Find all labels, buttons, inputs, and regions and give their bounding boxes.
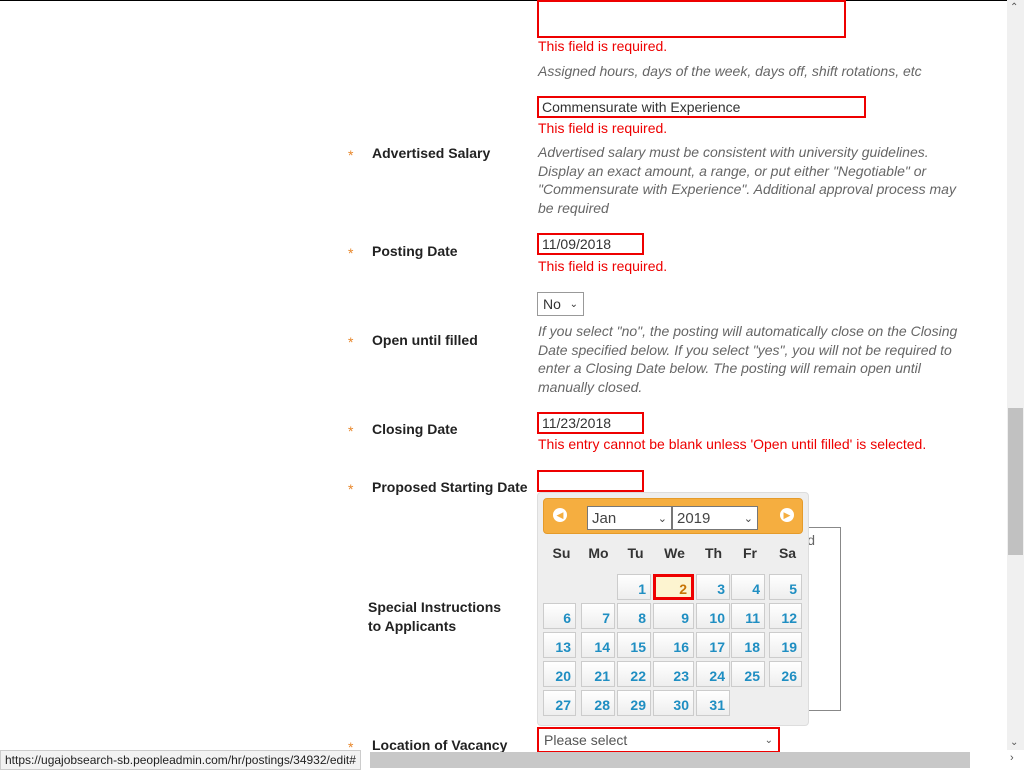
day-cell[interactable]: 1 bbox=[617, 574, 651, 600]
weekday-header: Mo bbox=[588, 545, 609, 561]
scroll-up-icon[interactable]: ⌃ bbox=[1010, 2, 1018, 13]
chevron-down-icon: ⌄ bbox=[569, 298, 578, 310]
proposed-start-input[interactable] bbox=[537, 470, 644, 492]
day-cell[interactable]: 4 bbox=[731, 574, 765, 600]
month-select[interactable]: Jan ⌄ bbox=[587, 506, 672, 530]
day-cell[interactable]: 15 bbox=[617, 632, 651, 658]
year-value: 2019 bbox=[677, 509, 711, 527]
horizontal-scrollbar-thumb[interactable] bbox=[370, 752, 970, 768]
chevron-down-icon: ⌄ bbox=[657, 512, 667, 525]
work-schedule-error: This field is required. bbox=[538, 38, 668, 54]
closing-date-input[interactable]: 11/23/2018 bbox=[537, 412, 644, 434]
posting-date-error: This field is required. bbox=[538, 258, 668, 274]
vertical-scrollbar-thumb[interactable] bbox=[1008, 408, 1023, 555]
day-cell[interactable]: 12 bbox=[769, 603, 802, 629]
day-cell[interactable]: 21 bbox=[581, 661, 615, 687]
open-until-filled-select[interactable]: No ⌄ bbox=[537, 292, 584, 316]
special-instructions-label: Special Instructions to Applicants bbox=[368, 599, 502, 634]
day-cell[interactable]: 3 bbox=[696, 574, 730, 600]
closing-date-label: Closing Date bbox=[372, 421, 458, 437]
required-marker: * bbox=[348, 423, 354, 439]
day-cell[interactable]: 10 bbox=[696, 603, 730, 629]
required-marker: * bbox=[348, 245, 354, 261]
work-schedule-help: Assigned hours, days of the week, days o… bbox=[538, 63, 922, 79]
selected-value: No bbox=[543, 296, 561, 312]
day-cell[interactable]: 5 bbox=[769, 574, 802, 600]
day-cell[interactable]: 26 bbox=[769, 661, 802, 687]
required-marker: * bbox=[348, 481, 354, 497]
day-cell[interactable]: 25 bbox=[731, 661, 765, 687]
weekday-header: Sa bbox=[778, 545, 797, 561]
status-bar-url: https://ugajobsearch-sb.peopleadmin.com/… bbox=[0, 750, 361, 770]
closing-date-error: This entry cannot be blank unless 'Open … bbox=[538, 436, 927, 452]
weekday-header: Fr bbox=[743, 545, 757, 561]
day-cell[interactable]: 30 bbox=[653, 690, 694, 716]
weekday-header: Su bbox=[552, 545, 571, 561]
day-cell[interactable]: 19 bbox=[769, 632, 802, 658]
datepicker: ◀ Jan ⌄ 2019 ⌄ ▶ Su Mo Tu We Th Fr Sa 1234567891… bbox=[537, 492, 809, 726]
day-cell[interactable]: 9 bbox=[653, 603, 694, 629]
location-label: Location of Vacancy bbox=[372, 737, 508, 753]
required-marker: * bbox=[348, 147, 354, 163]
day-cell[interactable]: 24 bbox=[696, 661, 730, 687]
required-marker: * bbox=[348, 334, 354, 350]
year-select[interactable]: 2019 ⌄ bbox=[672, 506, 758, 530]
day-cell[interactable]: 22 bbox=[617, 661, 651, 687]
advertised-salary-error: This field is required. bbox=[538, 120, 668, 136]
day-cell[interactable]: 17 bbox=[696, 632, 730, 658]
proposed-start-label: Proposed Starting Date bbox=[372, 479, 528, 495]
day-cell[interactable]: 16 bbox=[653, 632, 694, 658]
day-cell[interactable]: 13 bbox=[543, 632, 576, 658]
day-cell[interactable]: 8 bbox=[617, 603, 651, 629]
location-select[interactable]: Please select ⌄ bbox=[537, 727, 780, 753]
chevron-down-icon: ⌄ bbox=[743, 512, 753, 525]
weekday-header: We bbox=[664, 545, 685, 561]
day-cell[interactable]: 14 bbox=[581, 632, 615, 658]
advertised-salary-help: Advertised salary must be consistent wit… bbox=[538, 144, 956, 216]
weekday-header: Tu bbox=[627, 545, 644, 561]
day-cell[interactable]: 28 bbox=[581, 690, 615, 716]
chevron-down-icon: ⌄ bbox=[764, 734, 773, 746]
scroll-down-icon[interactable]: ⌄ bbox=[1010, 737, 1018, 748]
day-cell[interactable]: 20 bbox=[543, 661, 576, 687]
next-month-icon[interactable]: ▶ bbox=[780, 508, 794, 522]
day-cell[interactable]: 11 bbox=[731, 603, 765, 629]
posting-date-label: Posting Date bbox=[372, 243, 458, 259]
advertised-salary-input[interactable]: Commensurate with Experience bbox=[537, 96, 866, 118]
top-border bbox=[0, 0, 1007, 1]
posting-date-input[interactable]: 11/09/2018 bbox=[537, 233, 644, 255]
day-cell[interactable]: 27 bbox=[543, 690, 576, 716]
day-cell[interactable]: 7 bbox=[581, 603, 615, 629]
datepicker-header: ◀ Jan ⌄ 2019 ⌄ ▶ bbox=[543, 498, 803, 534]
selected-value: Please select bbox=[544, 732, 628, 748]
open-until-filled-help: If you select "no", the posting will aut… bbox=[538, 323, 958, 395]
open-until-filled-label: Open until filled bbox=[372, 332, 478, 348]
prev-month-icon[interactable]: ◀ bbox=[553, 508, 567, 522]
day-cell[interactable]: 29 bbox=[617, 690, 651, 716]
vertical-scrollbar[interactable] bbox=[1007, 0, 1024, 750]
scroll-right-icon[interactable]: › bbox=[1010, 752, 1014, 764]
advertised-salary-label: Advertised Salary bbox=[372, 145, 491, 161]
day-cell[interactable]: 6 bbox=[543, 603, 576, 629]
day-cell[interactable]: 31 bbox=[696, 690, 730, 716]
weekday-header: Th bbox=[704, 545, 723, 561]
month-value: Jan bbox=[592, 509, 617, 527]
day-cell[interactable]: 23 bbox=[653, 661, 694, 687]
day-cell[interactable]: 18 bbox=[731, 632, 765, 658]
work-schedule-textarea[interactable] bbox=[537, 0, 846, 38]
day-cell[interactable]: 2 bbox=[653, 574, 694, 600]
